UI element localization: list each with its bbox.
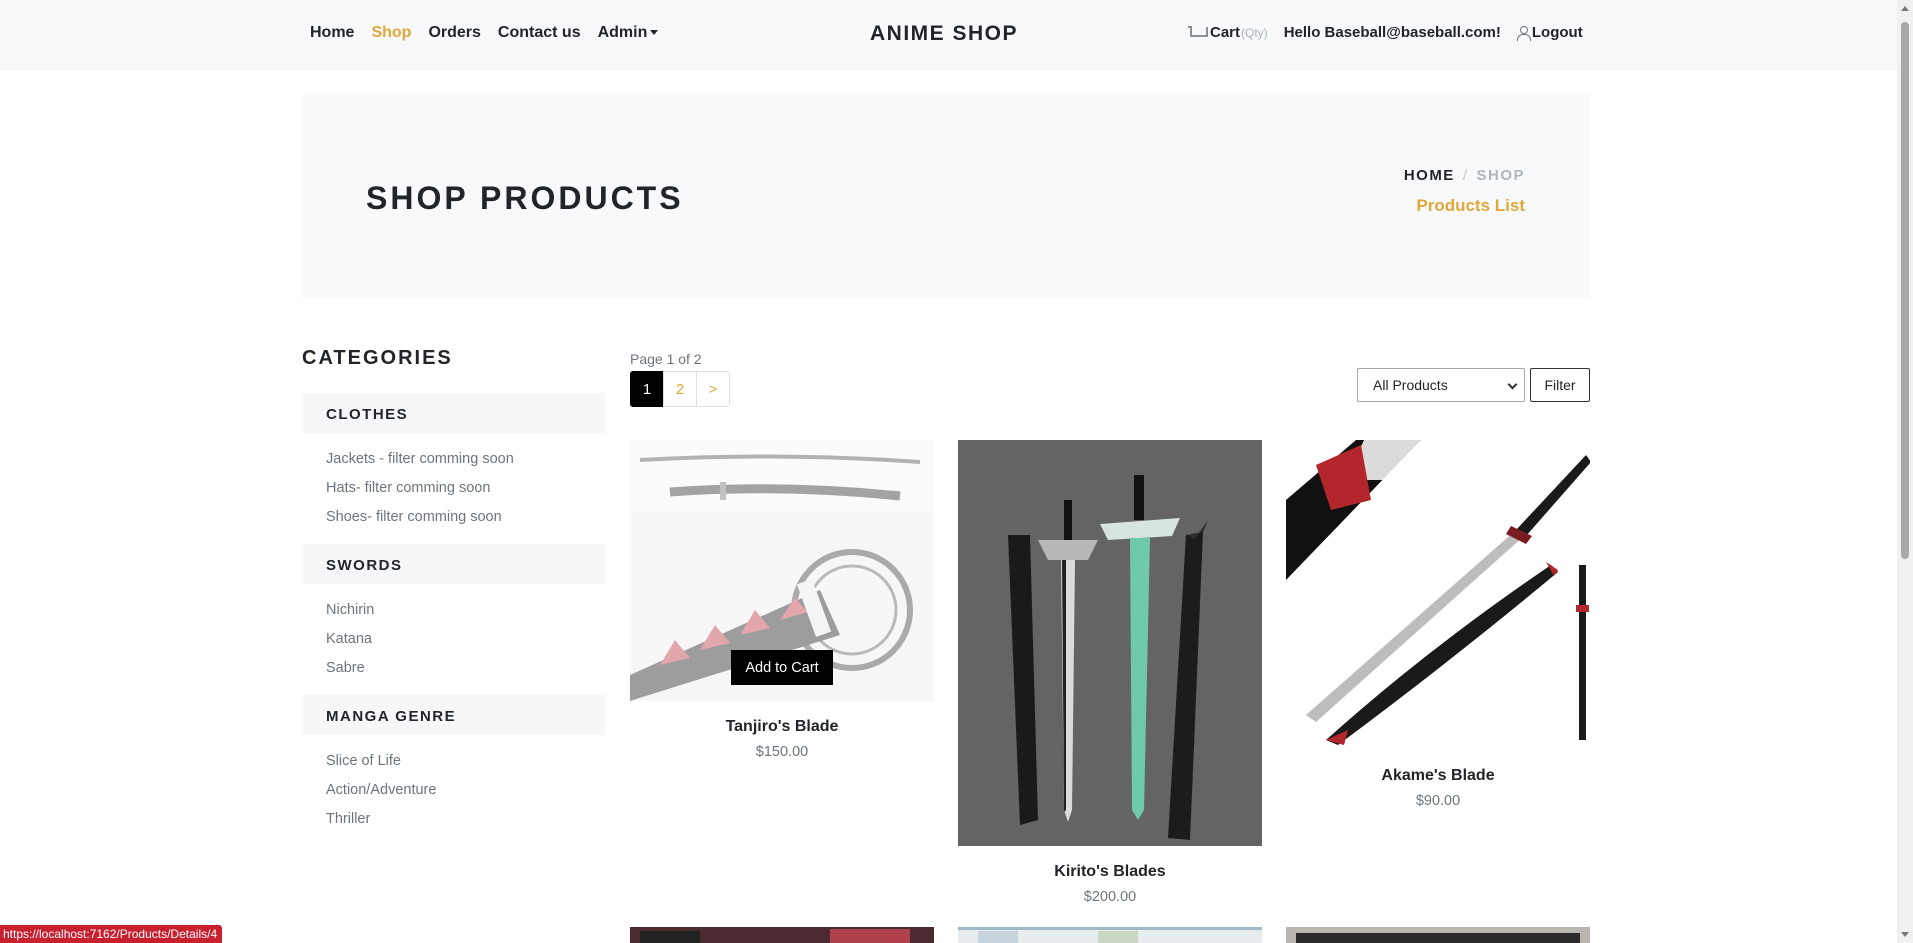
main-nav: Home Shop Orders Contact us Admin [310,24,659,42]
nav-admin-dropdown[interactable]: Admin [598,24,659,42]
nav-admin-label: Admin [597,24,648,41]
chevron-down-icon [1507,379,1518,390]
product-name[interactable]: Kirito's Blades [958,863,1262,881]
caret-down-icon [650,30,659,36]
user-greeting[interactable]: Hello Baseball@baseball.com! [1284,24,1501,41]
category-heading: MANGA GENRE [302,695,605,735]
scrollbar-thumb[interactable] [1901,22,1909,559]
user-nav: Cart (Qty) Hello Baseball@baseball.com! … [1188,24,1583,41]
category-filter-select[interactable]: All Products [1357,368,1525,402]
category-item[interactable]: Jackets - filter comming soon [326,451,605,480]
category-group-manga-genre: MANGA GENRE Slice of Life Action/Adventu… [302,695,605,840]
category-item[interactable]: Shoes- filter comming soon [326,509,605,538]
cart-icon[interactable] [1188,25,1208,40]
page-title: SHOP PRODUCTS [366,180,684,216]
user-icon[interactable] [1516,25,1531,41]
product-image[interactable]: Add to Cart [630,440,934,701]
category-group-clothes: CLOTHES Jackets - filter comming soon Ha… [302,393,605,538]
nav-contact[interactable]: Contact us [498,24,581,42]
breadcrumb-separator: / [1462,167,1469,184]
category-item[interactable]: Slice of Life [326,753,605,782]
breadcrumb: HOME / SHOP Products List [1404,167,1525,216]
product-name[interactable]: Tanjiro's Blade [630,718,934,736]
add-to-cart-button[interactable]: Add to Cart [731,650,833,685]
product-image-partial[interactable] [1286,927,1590,943]
product-name[interactable]: Akame's Blade [1286,767,1590,785]
category-heading: CLOTHES [302,393,605,433]
category-item[interactable]: Nichirin [326,602,605,631]
logout-link[interactable]: Logout [1532,24,1583,41]
swords-image [958,440,1262,846]
scroll-down-icon[interactable] [1901,932,1909,937]
katana-image [1286,440,1590,750]
scroll-up-icon[interactable] [1901,6,1909,11]
page-1-button[interactable]: 1 [630,371,664,407]
nav-shop[interactable]: Shop [371,24,411,42]
breadcrumb-shop: SHOP [1476,167,1525,184]
product-price: $90.00 [1415,793,1461,809]
brand-logo[interactable]: ANIME SHOP [870,22,1018,46]
top-navbar: Home Shop Orders Contact us Admin ANIME … [0,0,1897,71]
product-card-akame[interactable]: Akame's Blade $90.00 [1286,440,1590,809]
product-price: $150.00 [755,744,809,760]
category-item[interactable]: Thriller [326,811,605,840]
nav-orders[interactable]: Orders [428,24,480,42]
page-2-button[interactable]: 2 [663,371,697,407]
product-image[interactable] [1286,440,1590,750]
page-info: Page 1 of 2 [630,351,702,367]
category-item[interactable]: Hats- filter comming soon [326,480,605,509]
breadcrumb-subtitle: Products List [1416,196,1525,215]
filter-selected-value: All Products [1373,377,1448,393]
nav-home[interactable]: Home [310,24,354,42]
status-url: https://localhost:7162/Products/Details/… [0,925,223,943]
product-image[interactable] [958,440,1262,846]
category-item[interactable]: Action/Adventure [326,782,605,811]
category-item[interactable]: Sabre [326,660,605,689]
category-heading: SWORDS [302,544,605,584]
page-hero: SHOP PRODUCTS HOME / SHOP Products List [302,95,1590,299]
pagination: 1 2 > [630,371,730,407]
product-image-partial[interactable] [630,927,934,943]
cart-qty: (Qty) [1241,25,1268,40]
product-price: $200.00 [1083,889,1137,905]
product-card-kirito[interactable]: Kirito's Blades $200.00 [958,440,1262,905]
filter-button[interactable]: Filter [1530,368,1590,402]
page-scrollbar[interactable] [1897,0,1913,943]
product-card-tanjiro[interactable]: Add to Cart Tanjiro's Blade $150.00 [630,440,934,760]
product-image-partial[interactable] [958,927,1262,943]
categories-title: CATEGORIES [302,347,453,369]
next-page-button[interactable]: > [696,371,730,407]
category-group-swords: SWORDS Nichirin Katana Sabre [302,544,605,689]
breadcrumb-home[interactable]: HOME [1404,167,1455,184]
category-item[interactable]: Katana [326,631,605,660]
cart-link[interactable]: Cart [1210,24,1240,41]
